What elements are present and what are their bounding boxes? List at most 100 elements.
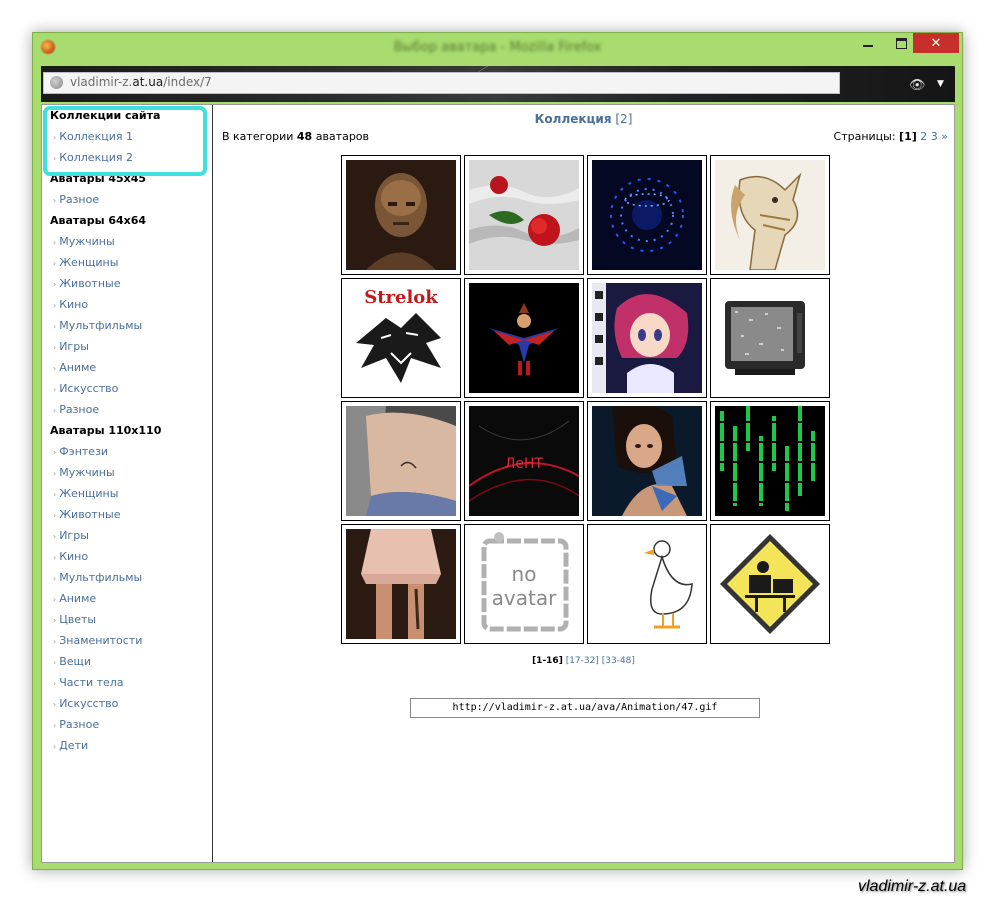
sidebar-item-label: Мультфильмы [59,319,143,332]
avatar-cell[interactable] [710,524,830,644]
window-title: Выбор аватара - Mozilla Firefox [393,40,602,55]
sidebar-item-label: Аниме [59,592,97,605]
avatar-cell[interactable]: ЛеНТ [464,401,584,521]
woman-butterfly-avatar[interactable] [592,406,702,516]
sidebar-item[interactable]: › Кино [53,298,88,311]
page-next-link[interactable]: » [941,130,948,143]
unicorn-avatar[interactable] [715,160,825,270]
chevron-right-icon: › [53,532,57,541]
sidebar-section-title: Аватары 45x45 [50,172,147,185]
sidebar-item-label: Знаменитости [59,634,143,647]
chevron-right-icon: › [53,238,57,247]
collection-name[interactable]: Коллекция [535,112,612,126]
sidebar-item-label: Мужчины [59,235,115,248]
sidebar-item[interactable]: › Части тела [53,676,124,689]
watermark: vladimir-z.at.ua [858,878,967,895]
fairy-avatar[interactable] [469,283,579,393]
pager-link-17-32[interactable]: [17-32] [566,656,599,666]
eye-icon[interactable]: 👁 [909,78,926,93]
sidebar-item[interactable]: › Мультфильмы [53,319,142,332]
category-info: В категории 48 аватаров [222,130,369,143]
page-link-3[interactable]: 3 [931,130,938,143]
avatar-cell[interactable] [341,155,461,275]
sidebar-item[interactable]: › Фэнтези [53,445,108,458]
sidebar-item[interactable]: › Мужчины [53,235,115,248]
sidebar-item[interactable]: › Искусство [53,382,118,395]
sidebar-item[interactable]: › Женщины [53,487,118,500]
chevron-right-icon: › [53,469,57,478]
bald-man-avatar[interactable] [346,160,456,270]
avatar-cell[interactable] [587,155,707,275]
sidebar-item[interactable]: › Женщины [53,256,118,269]
sign-avatar[interactable] [715,529,825,639]
anime-girl-avatar[interactable] [592,283,702,393]
neht-avatar[interactable]: ЛеНТ [469,406,579,516]
avatar-cell[interactable] [341,524,461,644]
avatar-cell[interactable] [587,278,707,398]
sidebar-item-label: Животные [59,508,121,521]
avatar-cell[interactable] [587,401,707,521]
globe-icon [50,76,63,89]
chevron-down-icon[interactable]: ▼ [937,79,944,89]
sidebar-item[interactable]: › Аниме [53,361,96,374]
avatar-cell[interactable] [587,524,707,644]
maximize-button[interactable] [886,33,916,53]
selected-url-field[interactable]: http://vladimir-z.at.ua/ava/Animation/47… [410,698,760,718]
no-text: no [512,562,537,586]
sidebar-item[interactable]: › Животные [53,508,120,521]
sidebar-item[interactable]: › Игры [53,529,89,542]
sidebar-item[interactable]: › Дети [53,739,88,752]
navigation-bar: vladimir-z.at.ua/index/7 👁 ▼ [41,66,955,102]
no-avatar[interactable]: no avatar [469,529,579,639]
sidebar-item[interactable]: › Знаменитости [53,634,142,647]
duck-avatar[interactable] [592,529,702,639]
avatar-cell[interactable] [341,401,461,521]
sidebar-item[interactable]: › Игры [53,340,89,353]
chevron-right-icon: › [53,364,57,373]
sidebar-item[interactable]: › Аниме [53,592,96,605]
sidebar-item[interactable]: › Разное [53,193,99,206]
avatar-cell[interactable]: Strelok [341,278,461,398]
sidebar-item-label: Разное [59,193,100,206]
minimize-button[interactable] [853,33,883,53]
close-button[interactable]: ✕ [913,33,959,53]
avatar-cell[interactable] [464,155,584,275]
chevron-right-icon: › [53,616,57,625]
sidebar-item[interactable]: › Животные [53,277,120,290]
sidebar-item[interactable]: › Мужчины [53,466,115,479]
matrix-code-avatar[interactable] [715,406,825,516]
sidebar-item[interactable]: › Кино [53,550,88,563]
sidebar-item[interactable]: › Коллекция 2 [53,151,133,164]
sidebar-item[interactable]: › Разное [53,718,99,731]
sidebar-item-label: Искусство [59,697,119,710]
sidebar-item[interactable]: › Искусство [53,697,118,710]
sidebar-item-label: Разное [59,403,100,416]
sidebar-item[interactable]: › Разное [53,403,99,416]
avatar-cell[interactable] [710,278,830,398]
sidebar-section-title: Коллекции сайта [50,109,161,122]
pager-link-33-48[interactable]: [33-48] [602,656,635,666]
sidebar-section-title: Аватары 110x110 [50,424,162,437]
sidebar-item-label: Коллекция 2 [59,151,133,164]
blue-sphere-avatar[interactable] [592,160,702,270]
avatar-grid: Strelok ЛеНТ no avatar [341,155,831,645]
sidebar-item[interactable]: › Мультфильмы [53,571,142,584]
red-rose-avatar[interactable] [469,160,579,270]
avatar-cell[interactable] [710,155,830,275]
chevron-right-icon: › [53,322,57,331]
avatar-cell[interactable]: no avatar [464,524,584,644]
sidebar-item[interactable]: › Коллекция 1 [53,130,133,143]
sidebar-item-label: Дети [59,739,89,752]
sidebar-item[interactable]: › Вещи [53,655,91,668]
tv-static-avatar[interactable] [715,283,825,393]
page-link-2[interactable]: 2 [920,130,927,143]
midriff-avatar[interactable] [346,406,456,516]
sidebar-item[interactable]: › Цветы [53,613,96,626]
avatar-cell[interactable] [464,278,584,398]
legs-skirt-avatar[interactable] [346,529,456,639]
avatar-cell[interactable] [710,401,830,521]
address-bar[interactable]: vladimir-z.at.ua/index/7 [43,72,840,94]
strelok-wolf-avatar[interactable]: Strelok [346,283,456,393]
chevron-right-icon: › [53,343,57,352]
chevron-right-icon: › [53,700,57,709]
